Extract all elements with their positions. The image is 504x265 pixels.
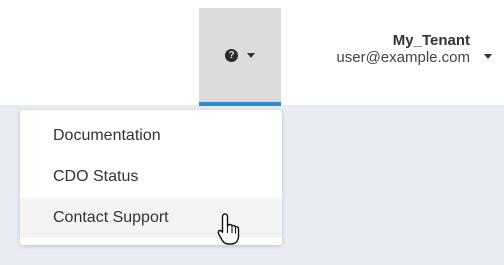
question-mark-icon: ? <box>225 48 238 62</box>
help-menu-button[interactable]: ? <box>199 8 281 106</box>
tenant-name: My_Tenant <box>392 32 470 49</box>
active-tab-indicator <box>199 102 281 106</box>
hand-pointer-icon <box>217 213 240 245</box>
menu-item-cdo-status[interactable]: CDO Status <box>20 157 282 197</box>
user-email: user@example.com <box>336 49 470 66</box>
menu-item-documentation[interactable]: Documentation <box>20 116 282 156</box>
user-menu-chevron-down-icon[interactable] <box>484 54 492 59</box>
tenant-user-menu[interactable]: My_Tenant user@example.com <box>290 32 470 67</box>
chevron-down-icon <box>247 52 255 58</box>
